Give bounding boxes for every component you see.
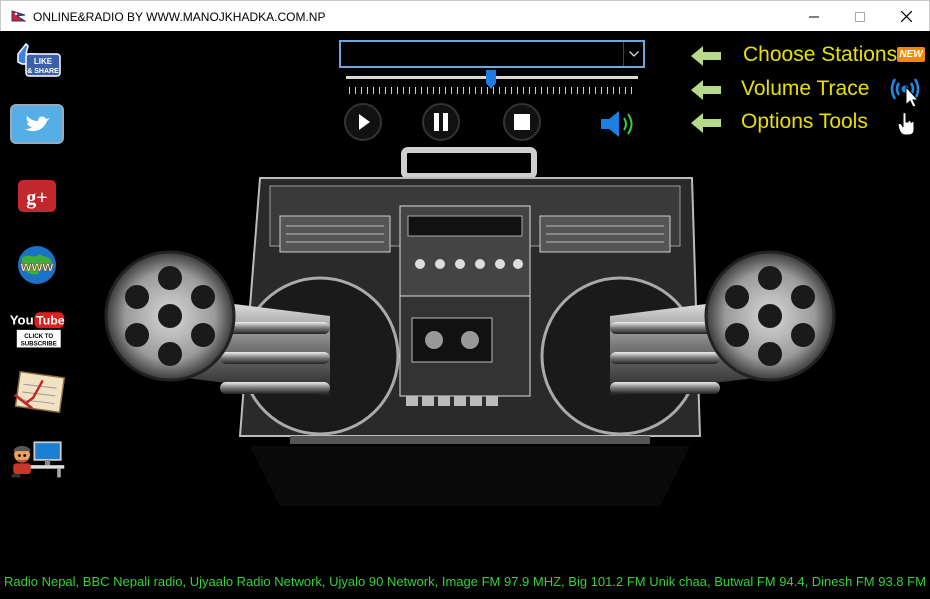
- title-bar: ONLINE&RADIO BY WWW.MANOJKHADKA.COM.NP: [0, 0, 930, 31]
- broadcast-signal-icon: [890, 78, 920, 107]
- station-select[interactable]: [339, 40, 645, 68]
- svg-text:& SHARE: & SHARE: [27, 68, 59, 75]
- mute-toggle[interactable]: [599, 108, 641, 140]
- options-tools-label: Options Tools: [741, 110, 868, 133]
- arrow-left-icon: [691, 46, 721, 66]
- volume-trace-item[interactable]: Volume Trace: [689, 75, 929, 107]
- play-icon: [344, 103, 382, 141]
- svg-text:g+: g+: [26, 187, 47, 209]
- speaker-volume-icon: [601, 111, 633, 137]
- maximize-icon: [855, 11, 865, 22]
- youtube-icon: You Tube CLICK TO SUBSCRIBE: [10, 312, 65, 348]
- stop-button[interactable]: [502, 102, 542, 142]
- volume-slider-ticks: [349, 87, 637, 94]
- new-badge: NEW: [897, 47, 925, 62]
- minimize-button[interactable]: [791, 1, 837, 32]
- person-computer-icon: [11, 441, 65, 478]
- chevron-down-icon: [628, 51, 639, 57]
- player-window: LIKE & SHARE g+ www You Tube CLICK TO SU…: [0, 31, 930, 599]
- website-button[interactable]: www: [8, 241, 66, 289]
- google-plus-icon: g+: [18, 180, 56, 212]
- arrow-left-icon: [691, 113, 721, 133]
- station-ticker: Radio Nepal, BBC Nepali radio, Ujyaalo R…: [4, 574, 926, 589]
- play-button[interactable]: [343, 102, 383, 142]
- volume-trace-label: Volume Trace: [741, 77, 870, 100]
- boombox-illustration: [104, 147, 836, 506]
- stop-icon: [503, 103, 541, 141]
- twitter-icon: [10, 104, 64, 144]
- maximize-button[interactable]: [837, 1, 883, 32]
- guestbook-button[interactable]: [8, 367, 66, 415]
- close-icon: [900, 11, 912, 22]
- options-tools-item[interactable]: Options Tools: [689, 108, 929, 138]
- svg-text:You: You: [10, 313, 34, 328]
- twitter-button[interactable]: [8, 100, 66, 148]
- svg-text:Tube: Tube: [36, 314, 65, 328]
- arrow-left-icon: [691, 80, 721, 100]
- svg-text:www: www: [20, 258, 54, 274]
- notepad-pen-icon: [13, 370, 66, 414]
- window-title: ONLINE&RADIO BY WWW.MANOJKHADKA.COM.NP: [33, 10, 326, 24]
- app-flag-icon: [11, 10, 27, 22]
- minimize-icon: [809, 16, 819, 17]
- svg-text:CLICK TO: CLICK TO: [24, 333, 53, 340]
- like-share-icon: LIKE & SHARE: [17, 42, 61, 77]
- google-plus-button[interactable]: g+: [8, 172, 66, 220]
- contact-button[interactable]: [8, 435, 66, 483]
- choose-stations-label: Choose Stations: [743, 43, 898, 66]
- pause-button[interactable]: [421, 102, 461, 142]
- svg-text:SUBSCRIBE: SUBSCRIBE: [21, 341, 57, 348]
- youtube-subscribe-button[interactable]: You Tube CLICK TO SUBSCRIBE: [8, 305, 66, 353]
- svg-text:LIKE: LIKE: [34, 57, 53, 66]
- globe-www-icon: www: [18, 246, 56, 284]
- hand-cursor-icon: [897, 112, 915, 136]
- choose-stations-item[interactable]: Choose Stations NEW: [689, 41, 929, 71]
- close-button[interactable]: [883, 1, 929, 32]
- station-dropdown-toggle[interactable]: [623, 42, 643, 66]
- like-share-button[interactable]: LIKE & SHARE: [8, 37, 66, 85]
- pause-icon: [422, 103, 460, 141]
